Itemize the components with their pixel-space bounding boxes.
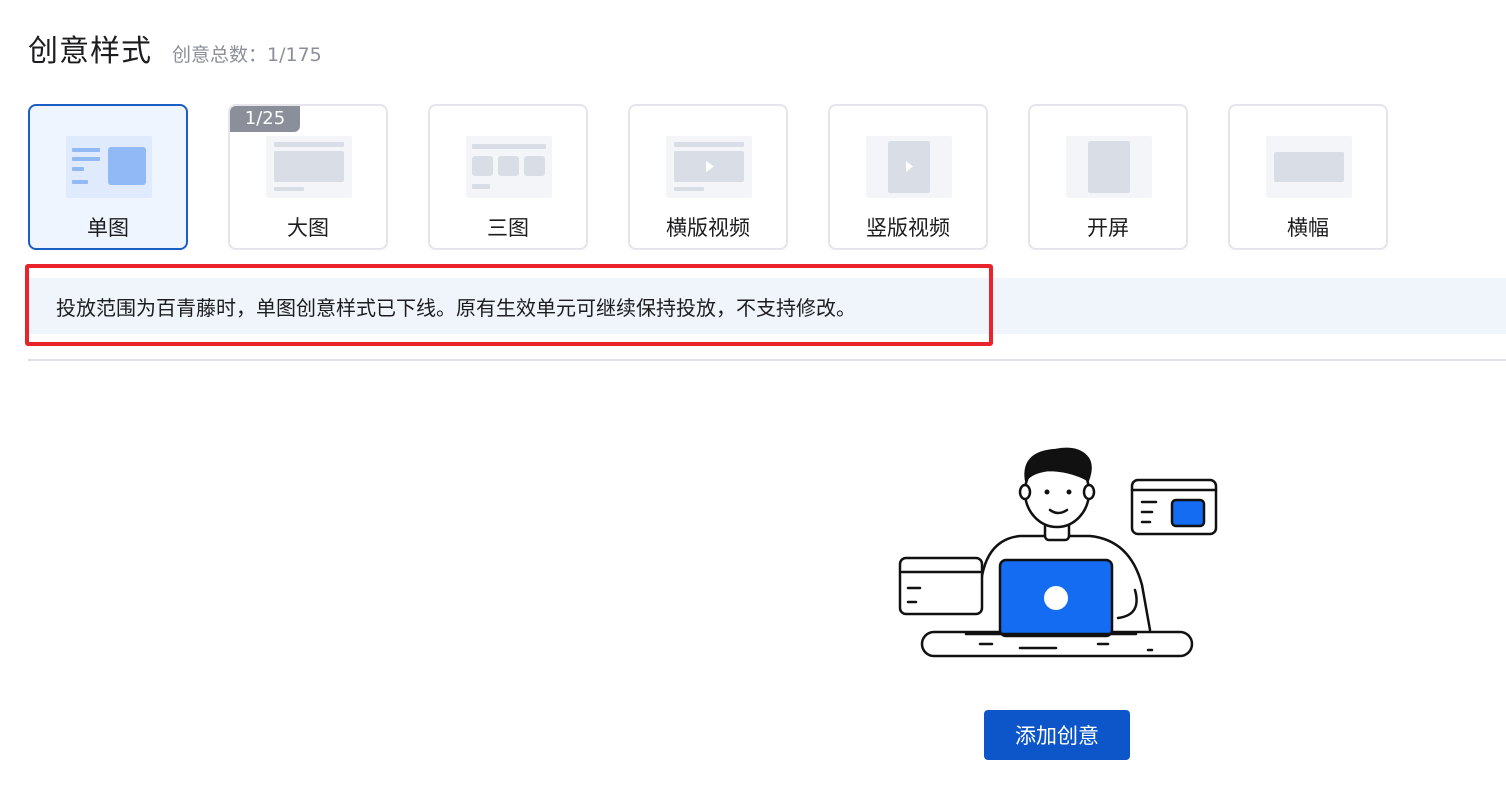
banner-icon [1266,136,1352,198]
single-image-icon [66,136,152,198]
page-title: 创意样式 [28,34,152,69]
horizontal-video-icon [666,136,752,198]
add-creative-button[interactable]: 添加创意 [984,710,1130,760]
person-at-laptop-illustration [880,440,1220,670]
splash-screen-icon [1066,136,1152,198]
usage-badge: 1/25 [230,106,300,132]
style-card-label: 大图 [287,216,329,240]
style-card-large-image[interactable]: 1/25 大图 [228,104,388,250]
large-image-icon [266,136,352,198]
creative-count: 创意总数：1/175 [172,44,322,66]
three-image-icon [466,136,552,198]
style-card-label: 横版视频 [666,216,750,240]
style-card-label: 三图 [487,216,529,240]
notice-highlight-frame [25,264,993,346]
style-card-label: 单图 [87,216,129,240]
section-divider [28,359,1506,361]
style-card-label: 开屏 [1087,216,1129,240]
style-card-vertical-video[interactable]: 竖版视频 [828,104,988,250]
style-card-splash-screen[interactable]: 开屏 [1028,104,1188,250]
page-header: 创意样式 创意总数：1/175 [28,26,322,70]
style-card-label: 竖版视频 [866,216,950,240]
style-card-horizontal-video[interactable]: 横版视频 [628,104,788,250]
creative-style-list: 单图 1/25 大图 三图 横版视频 竖版视频 开屏 横幅 [28,104,1428,250]
style-card-three-image[interactable]: 三图 [428,104,588,250]
style-card-single-image[interactable]: 单图 [28,104,188,250]
vertical-video-icon [866,136,952,198]
style-card-banner[interactable]: 横幅 [1228,104,1388,250]
style-card-label: 横幅 [1287,216,1329,240]
